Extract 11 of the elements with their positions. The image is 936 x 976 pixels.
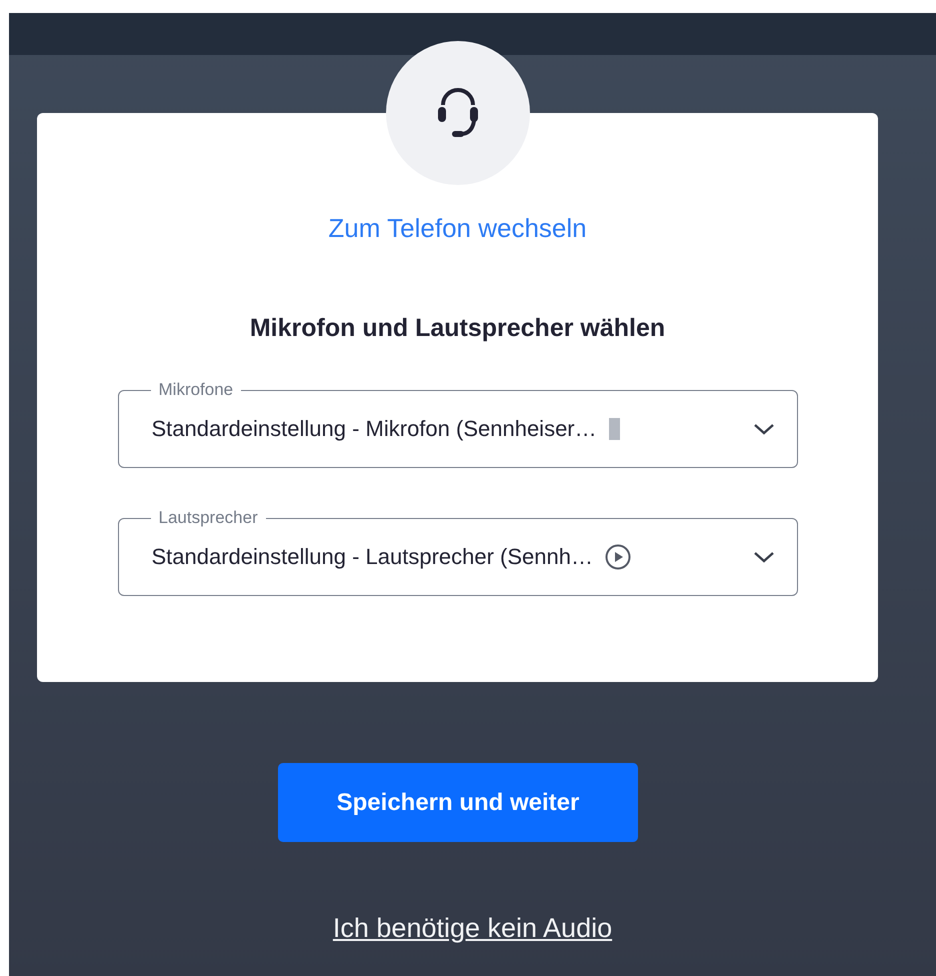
switch-to-phone-link[interactable]: Zum Telefon wechseln: [328, 213, 587, 244]
save-and-continue-button[interactable]: Speichern und weiter: [278, 763, 638, 842]
selected-device: Standardeinstellung - Mikrofon (Sennheiser…: [152, 416, 597, 442]
chevron-down-icon: [752, 422, 774, 436]
no-audio-link[interactable]: Ich benötige kein Audio: [332, 913, 612, 943]
selected-device: Standardeinstellung - Lautsprecher (Sennh…: [152, 544, 593, 570]
play-icon[interactable]: [605, 544, 631, 570]
dialog-heading: Mikrofon und Lautsprecher wählen: [250, 314, 666, 343]
chevron-down-icon: [752, 550, 774, 564]
level-meter-icon: [608, 418, 620, 440]
field-label: Lautsprecher: [150, 508, 266, 528]
